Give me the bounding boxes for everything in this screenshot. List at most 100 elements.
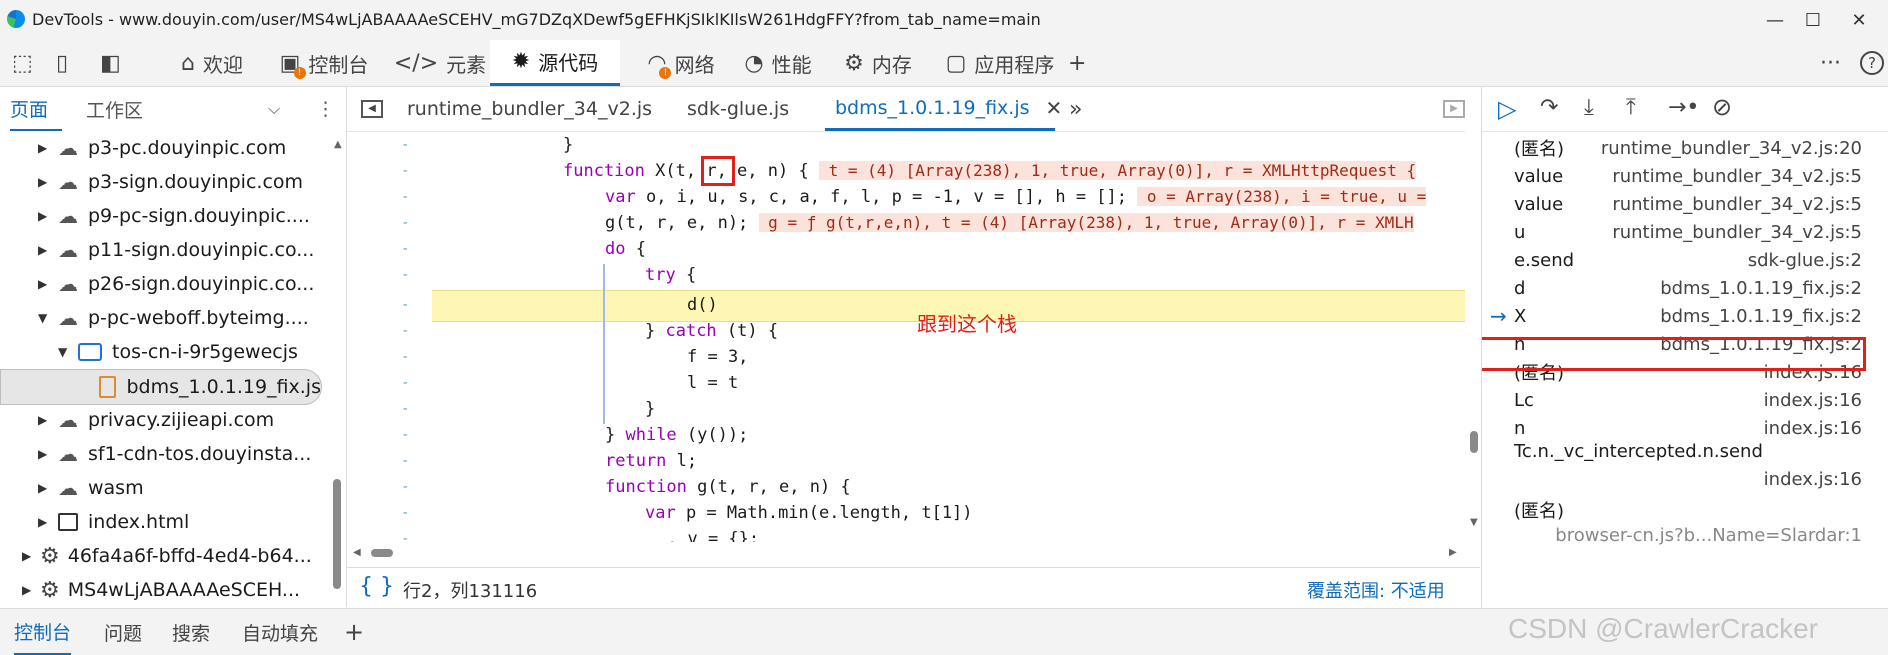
tree-item[interactable]: ▶ ☁ p3-sign.douyinpic.com [0, 165, 330, 199]
editor-scrollbar[interactable]: ▼ [1469, 139, 1479, 529]
cloud-icon: ☁ [58, 442, 78, 466]
close-tab-icon[interactable]: ✕ [1046, 96, 1063, 120]
customize-menu-button[interactable]: ··· [1820, 40, 1841, 86]
tree-item[interactable]: ▶ ☁ p9-pc-sign.douyinpic.... [0, 199, 330, 233]
expand-arrow-icon: ▶ [38, 447, 48, 461]
editor-tab-runtime-bundler[interactable]: runtime_bundler_34_v2.js [407, 87, 652, 131]
close-icon: ✕ [1851, 9, 1867, 31]
navigator-dropdown-button[interactable]: ⌵ [268, 87, 280, 131]
scrollbar-thumb[interactable] [371, 549, 393, 557]
code-line: - function g(t, r, e, n) { [401, 477, 851, 497]
tree-item[interactable]: ▶ ☁ p11-sign.douyinpic.co... [0, 233, 330, 267]
worker-gear-icon: ⚙ [40, 577, 60, 603]
code-line: -f = 3, [401, 347, 749, 367]
expand-arrow-icon: ▶ [38, 481, 48, 495]
coverage-status-link[interactable]: 覆盖范围: 不适用 [1307, 577, 1445, 603]
tab-network[interactable]: ◠! 网络 [628, 40, 734, 86]
code-editor-panel: ◀ runtime_bundler_34_v2.js sdk-glue.js b… [347, 87, 1480, 607]
call-frame[interactable]: (匿名) browser-cn.js?b...Name=Slardar:1 [1482, 495, 1862, 551]
tab-performance[interactable]: ◔ 性能 [728, 40, 828, 86]
code-line: - g(t, r, e, n); g = ƒ g(t,r,e,n), t = (4… [401, 213, 1414, 233]
close-window-button[interactable]: ✕ [1836, 4, 1882, 36]
help-button[interactable]: ? [1860, 40, 1884, 86]
drawer-tab-autofill[interactable]: 自动填充 [242, 609, 318, 655]
code-line: -l = t [401, 373, 739, 393]
maximize-button[interactable]: ☐ [1790, 4, 1836, 36]
drawer-tab-search[interactable]: 搜索 [172, 609, 210, 655]
tree-item[interactable]: ▶ ☁ p26-sign.douyinpic.co... [0, 267, 330, 301]
tree-item[interactable]: ▶ ☁ wasm [0, 471, 330, 505]
tree-item[interactable]: ▼ ☁ p-pc-weboff.byteimg.... [0, 301, 330, 335]
step-over-button[interactable]: ↷ [1540, 95, 1558, 120]
expand-arrow-icon: ▼ [38, 311, 48, 325]
toggle-navigator-button[interactable]: ◀ [361, 87, 383, 131]
tab-workspace[interactable]: 工作区 [86, 87, 143, 131]
scrollbar-thumb[interactable] [1470, 431, 1478, 453]
editor-tab-sdk-glue[interactable]: sdk-glue.js [687, 87, 789, 131]
tree-item[interactable]: ▶ ⚙ 46fa4a6f-bffd-4ed4-b64... [0, 539, 330, 573]
chip-icon: ⚙ [844, 50, 864, 76]
bottom-drawer: 控制台 问题 搜索 自动填充 + CSDN @CrawlerCracker [0, 608, 1888, 655]
code-area[interactable]: -} - function X(t, r, e, n) { t = (4) [Ar… [347, 131, 1465, 542]
minimize-icon: — [1766, 9, 1784, 31]
editor-tab-bdms[interactable]: bdms_1.0.1.19_fix.js ✕ [825, 87, 1062, 131]
editor-horizontal-scrollbar[interactable]: ◀ ▶ [353, 547, 1463, 559]
warning-badge: ! [293, 66, 306, 79]
tree-item-selected[interactable]: bdms_1.0.1.19_fix.js [0, 369, 322, 405]
tree-item[interactable]: ▼ tos-cn-i-9r5gewecjs [0, 335, 330, 369]
more-tabs-button[interactable]: » [1069, 87, 1082, 131]
expand-arrow-icon: ▶ [38, 141, 48, 155]
more-tools-button[interactable]: + [1068, 40, 1086, 86]
drawer-tab-issues[interactable]: 问题 [104, 609, 142, 655]
scrollbar-thumb[interactable] [333, 479, 341, 589]
deactivate-breakpoints-button[interactable]: ⊘ [1712, 93, 1732, 121]
code-line: - var o, i, u, s, c, a, f, l, p = -1, v =… [401, 187, 1427, 207]
tab-console[interactable]: ▣! 控制台 [264, 40, 384, 86]
app-window-icon: ▢ [945, 50, 967, 76]
call-frame[interactable]: Tc.n._vc_intercepted.n.send index.js:16 [1482, 439, 1862, 495]
tab-sources[interactable]: ✹ 源代码 [490, 40, 620, 86]
cloud-icon: ☁ [58, 136, 78, 160]
device-emulation-button[interactable]: ▯ [56, 40, 68, 86]
more-vertical-icon: ⋮ [316, 98, 335, 120]
navigator-scrollbar[interactable]: ▲ [332, 139, 342, 599]
step-into-button[interactable]: ⤓ [1584, 95, 1594, 120]
tree-item[interactable]: ▶ index.html [0, 505, 330, 539]
expand-arrow-icon: ▶ [38, 277, 48, 291]
step-button[interactable]: →• [1668, 95, 1699, 120]
tree-item[interactable]: ▶ ☁ p3-pc.douyinpic.com [0, 131, 330, 165]
device-icon: ▯ [56, 50, 69, 76]
tree-item[interactable]: ▶ ⚙ MS4wLjABAAAAeSCEH... [0, 573, 330, 607]
file-tree: ▶ ☁ p3-pc.douyinpic.com ▶ ☁ p3-sign.douyinpi… [0, 131, 330, 607]
drawer-add-button[interactable]: + [344, 609, 364, 655]
scroll-right-icon: ▶ [1449, 547, 1457, 558]
tree-item[interactable]: ▶ ☁ privacy.zijieapi.com [0, 403, 330, 437]
window-title: DevTools - www.douyin.com/user/MS4wLjABA… [32, 10, 1041, 29]
resume-button[interactable]: ▷ [1498, 95, 1516, 123]
tab-welcome[interactable]: ⌂ 欢迎 [156, 40, 268, 86]
play-icon: ▷ [1498, 95, 1517, 123]
step-out-button[interactable]: ⤒ [1626, 95, 1636, 120]
inspect-element-button[interactable]: ⬚ [12, 40, 33, 86]
tab-application[interactable]: ▢ 应用程序 [930, 40, 1070, 86]
cloud-icon: ☁ [58, 408, 78, 432]
inline-value: t = (4) [Array(238), 1, true, Array(0)],… [818, 161, 1417, 180]
cloud-icon: ☁ [58, 204, 78, 228]
tree-item[interactable]: ▶ ☁ sf1-cdn-tos.douyinsta... [0, 437, 330, 471]
devtools-toolbar: ⬚ ▯ ◧ ⌂ 欢迎 ▣! 控制台 </> 元素 ✹ 源代码 ◠! 网络 ◔ 性能 ⚙ 内存 … [0, 40, 1888, 87]
tab-memory[interactable]: ⚙ 内存 [828, 40, 928, 86]
edge-logo-icon [7, 10, 25, 28]
expand-arrow-icon: ▶ [38, 515, 48, 529]
code-line: - do { [401, 239, 646, 259]
toggle-debugger-button[interactable]: ▶ [1443, 87, 1465, 131]
pretty-print-button[interactable]: { } [359, 574, 394, 599]
navigator-more-button[interactable]: ⋮ [316, 87, 335, 131]
tab-page[interactable]: 页面 [10, 87, 62, 131]
code-line: -, v = {}; [401, 529, 760, 542]
drawer-tab-console[interactable]: 控制台 [14, 609, 72, 655]
dock-side-button[interactable]: ◧ [100, 40, 121, 86]
home-icon: ⌂ [181, 50, 195, 76]
maximize-icon: ☐ [1804, 9, 1822, 31]
step-arrow-icon: →• [1668, 95, 1700, 120]
tab-elements[interactable]: </> 元素 [390, 40, 490, 86]
